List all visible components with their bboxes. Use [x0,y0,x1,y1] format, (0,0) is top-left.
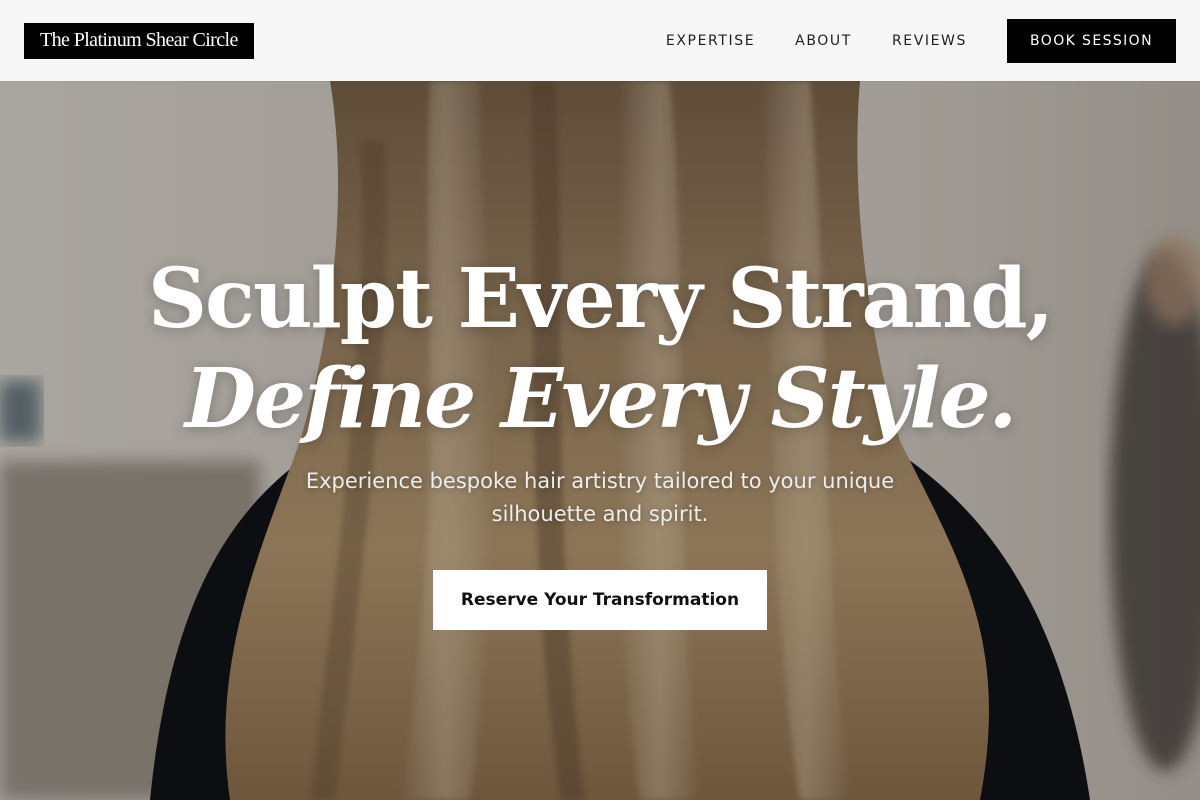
nav-link-reviews[interactable]: REVIEWS [892,33,967,49]
nav-link-about[interactable]: ABOUT [795,33,852,49]
hero-content: Sculpt Every Strand, Define Every Style.… [0,81,1200,800]
book-session-button[interactable]: BOOK SESSION [1007,18,1176,63]
brand-logo[interactable]: The Platinum Shear Circle [24,22,254,59]
hero-headline-line2: Define Every Style. [184,351,1017,447]
hero-headline-line1: Sculpt Every Strand, [147,251,1054,347]
nav-link-expertise[interactable]: EXPERTISE [666,33,755,49]
hero-section: Sculpt Every Strand, Define Every Style.… [0,81,1200,800]
reserve-transformation-button[interactable]: Reserve Your Transformation [433,570,767,630]
site-header: The Platinum Shear Circle EXPERTISE ABOU… [0,0,1200,81]
hero-subtitle: Experience bespoke hair artistry tailore… [305,469,895,526]
main-nav: EXPERTISE ABOUT REVIEWS BOOK SESSION [666,18,1176,63]
